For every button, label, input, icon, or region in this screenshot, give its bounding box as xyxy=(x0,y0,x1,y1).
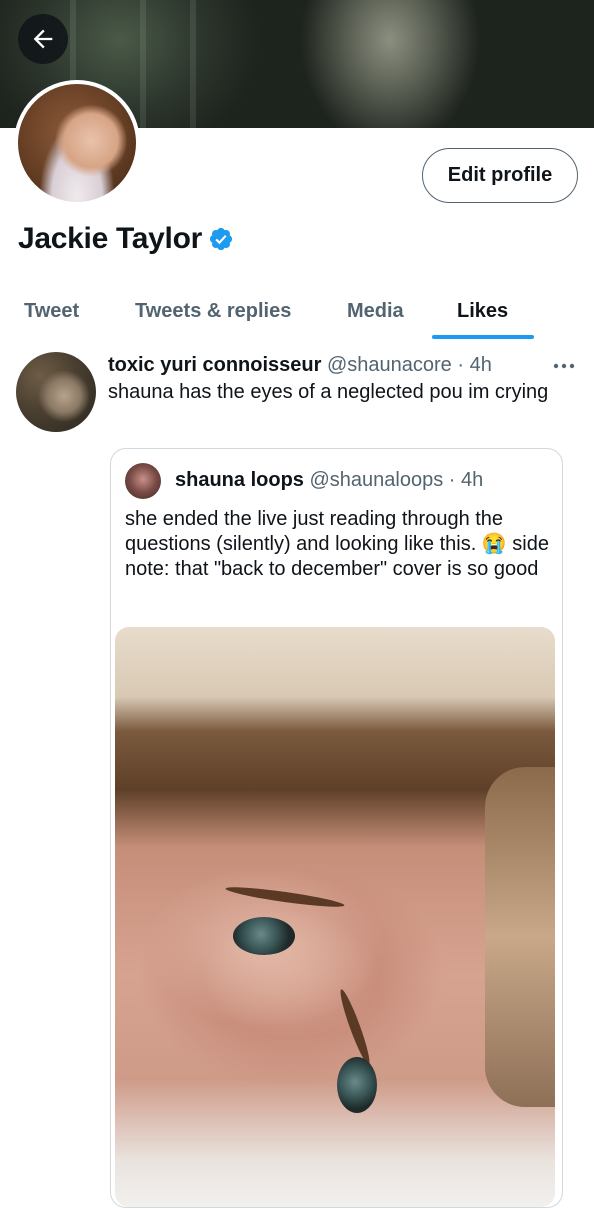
tab-likes[interactable]: Likes xyxy=(457,282,508,340)
verified-badge-icon xyxy=(209,227,233,251)
eye-left xyxy=(233,917,295,955)
arrow-left-icon xyxy=(33,29,53,49)
quote-media-image[interactable] xyxy=(115,627,555,1207)
quote-author-handle: @shaunaloops xyxy=(309,469,444,491)
quote-tweet-card[interactable]: shauna loops @shaunaloops · 4h she ended… xyxy=(110,448,563,1208)
quote-header: shauna loops @shaunaloops · 4h xyxy=(175,469,483,492)
tweet-author-name[interactable]: toxic yuri connoisseur xyxy=(108,354,321,376)
eyebrow-lower xyxy=(336,987,374,1067)
active-tab-indicator xyxy=(432,335,534,339)
quote-author-name: shauna loops xyxy=(175,469,304,491)
quote-author-avatar xyxy=(125,463,161,499)
tweet-time[interactable]: 4h xyxy=(470,354,492,376)
tweet-author-avatar[interactable] xyxy=(16,352,96,432)
tweet-text: shauna has the eyes of a neglected pou i… xyxy=(108,381,549,403)
tweet-separator: · xyxy=(457,354,465,376)
profile-display-name: Jackie Taylor xyxy=(18,222,202,255)
quote-time: 4h xyxy=(461,469,484,491)
edit-profile-button[interactable]: Edit profile xyxy=(422,148,578,203)
profile-name-row: Jackie Taylor xyxy=(18,222,234,256)
tweet-header: toxic yuri connoisseur @shaunacore · 4h xyxy=(108,354,492,377)
pet-fur xyxy=(485,767,555,1107)
tab-tweets-replies[interactable]: Tweets & replies xyxy=(135,282,291,340)
eye-right xyxy=(337,1057,377,1113)
eyebrow xyxy=(224,883,346,911)
more-dots-icon[interactable] xyxy=(552,356,576,376)
tab-tweet[interactable]: Tweet xyxy=(24,282,79,340)
tweet-author-handle[interactable]: @shaunacore xyxy=(327,354,452,376)
back-button[interactable] xyxy=(18,14,68,64)
quote-text: she ended the live just reading through … xyxy=(125,508,549,580)
profile-avatar[interactable] xyxy=(14,80,140,206)
profile-tabs: Tweet Tweets & replies Media Likes xyxy=(0,282,594,340)
quote-separator: · xyxy=(448,469,456,491)
tab-media[interactable]: Media xyxy=(347,282,404,340)
